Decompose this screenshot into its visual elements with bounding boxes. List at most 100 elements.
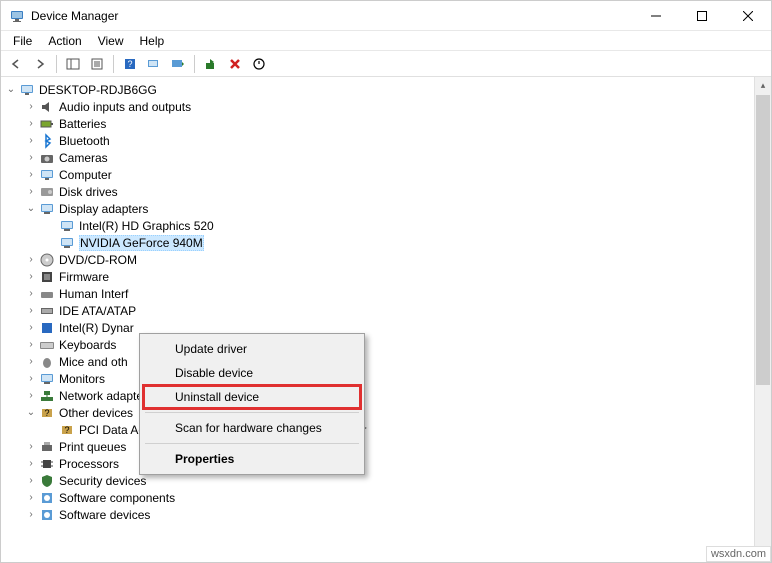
- titlebar: Device Manager: [1, 1, 771, 31]
- expand-icon[interactable]: ›: [25, 101, 37, 113]
- maximize-button[interactable]: [679, 1, 725, 31]
- node-label: Batteries: [59, 117, 106, 131]
- vertical-scrollbar[interactable]: ▴ ▾: [754, 77, 771, 560]
- expand-icon[interactable]: ›: [25, 373, 37, 385]
- category-icon: [39, 320, 55, 336]
- tree-leaf[interactable]: ?PCI Data Acquisition and Signal Process…: [3, 421, 769, 438]
- ctx-scan-hardware[interactable]: Scan for hardware changes: [143, 416, 361, 440]
- expand-icon[interactable]: ›: [25, 492, 37, 504]
- separator: [113, 55, 114, 73]
- expand-icon[interactable]: ›: [25, 271, 37, 283]
- expand-icon[interactable]: ›: [25, 356, 37, 368]
- tree-node[interactable]: ›Processors: [3, 455, 769, 472]
- tree-node[interactable]: ›Monitors: [3, 370, 769, 387]
- enable-device-button[interactable]: [200, 53, 222, 75]
- properties-button[interactable]: [86, 53, 108, 75]
- tree-node[interactable]: ›Disk drives: [3, 183, 769, 200]
- tree-node[interactable]: › IDE ATA/ATAP: [3, 302, 769, 319]
- expand-icon[interactable]: ⌄: [25, 203, 37, 215]
- expand-icon[interactable]: ›: [25, 475, 37, 487]
- expand-icon[interactable]: ›: [25, 254, 37, 266]
- scan-hardware-button[interactable]: [143, 53, 165, 75]
- expand-icon[interactable]: ›: [25, 458, 37, 470]
- expand-icon[interactable]: ›: [25, 305, 37, 317]
- tree-node[interactable]: ›Security devices: [3, 472, 769, 489]
- category-icon: [39, 507, 55, 523]
- scroll-up-button[interactable]: ▴: [755, 77, 771, 94]
- node-label: Audio inputs and outputs: [59, 100, 191, 114]
- tree-node[interactable]: ›Intel(R) Dynar: [3, 319, 769, 336]
- tree-node[interactable]: ›Bluetooth: [3, 132, 769, 149]
- category-icon: [39, 439, 55, 455]
- expand-icon[interactable]: ›: [25, 339, 37, 351]
- tree-node[interactable]: › Software components: [3, 489, 769, 506]
- show-hide-tree-button[interactable]: [62, 53, 84, 75]
- tree-node[interactable]: › Computer: [3, 166, 769, 183]
- expand-icon[interactable]: ›: [25, 509, 37, 521]
- minimize-button[interactable]: [633, 1, 679, 31]
- disable-device-button[interactable]: [248, 53, 270, 75]
- node-label: Print queues: [59, 440, 126, 454]
- tree-node[interactable]: ⌄ Display adapters: [3, 200, 769, 217]
- menu-file[interactable]: File: [5, 32, 40, 50]
- uninstall-button[interactable]: [224, 53, 246, 75]
- menubar: File Action View Help: [1, 31, 771, 51]
- node-label: Other devices: [59, 406, 133, 420]
- menu-action[interactable]: Action: [40, 32, 89, 50]
- category-icon: [39, 388, 55, 404]
- context-menu: Update driver Disable device Uninstall d…: [139, 333, 365, 475]
- tree-node[interactable]: ›DVD/CD-ROM: [3, 251, 769, 268]
- tree-node[interactable]: › Firmware: [3, 268, 769, 285]
- expand-icon[interactable]: ⌄: [25, 407, 37, 419]
- expand-icon[interactable]: ›: [25, 390, 37, 402]
- ctx-disable-device[interactable]: Disable device: [143, 361, 361, 385]
- expand-icon[interactable]: ›: [25, 135, 37, 147]
- tree-leaf[interactable]: Intel(R) HD Graphics 520: [3, 217, 769, 234]
- tree-node[interactable]: › Software devices: [3, 506, 769, 523]
- node-label: Computer: [59, 168, 112, 182]
- tree-node[interactable]: › Audio inputs and outputs: [3, 98, 769, 115]
- expand-icon[interactable]: ›: [25, 152, 37, 164]
- node-label: Firmware: [59, 270, 109, 284]
- update-driver-button[interactable]: [167, 53, 189, 75]
- node-label: Software devices: [59, 508, 150, 522]
- tree-node[interactable]: ›Mice and oth: [3, 353, 769, 370]
- spacer: [45, 424, 57, 436]
- tree-node[interactable]: ›Keyboards: [3, 336, 769, 353]
- category-icon: [39, 269, 55, 285]
- expand-icon[interactable]: ›: [25, 322, 37, 334]
- forward-button[interactable]: [29, 53, 51, 75]
- device-tree[interactable]: ⌄DESKTOP-RDJB6GG › Audio inputs and output…: [1, 77, 771, 560]
- menu-help[interactable]: Help: [132, 32, 173, 50]
- tree-root[interactable]: ⌄DESKTOP-RDJB6GG: [3, 81, 769, 98]
- tree-node[interactable]: ›Network adapters: [3, 387, 769, 404]
- category-icon: [39, 303, 55, 319]
- help-button[interactable]: ?: [119, 53, 141, 75]
- tree-node[interactable]: ⌄?Other devices: [3, 404, 769, 421]
- expand-icon[interactable]: ›: [25, 441, 37, 453]
- computer-icon: [19, 82, 35, 98]
- expand-icon[interactable]: ›: [25, 169, 37, 181]
- close-button[interactable]: [725, 1, 771, 31]
- tree-leaf[interactable]: NVIDIA GeForce 940M: [3, 234, 769, 251]
- tree-node[interactable]: ›Cameras: [3, 149, 769, 166]
- back-button[interactable]: [5, 53, 27, 75]
- leaf-label: NVIDIA GeForce 940M: [79, 235, 204, 251]
- menu-view[interactable]: View: [90, 32, 132, 50]
- ctx-update-driver[interactable]: Update driver: [143, 337, 361, 361]
- expand-icon[interactable]: ›: [25, 186, 37, 198]
- ctx-uninstall-device[interactable]: Uninstall device: [143, 385, 361, 409]
- expand-icon[interactable]: ›: [25, 118, 37, 130]
- tree-node[interactable]: › Batteries: [3, 115, 769, 132]
- node-label: Display adapters: [59, 202, 148, 216]
- expand-icon[interactable]: ›: [25, 288, 37, 300]
- ctx-properties[interactable]: Properties: [143, 447, 361, 471]
- node-label: IDE ATA/ATAP: [59, 304, 136, 318]
- tree-node[interactable]: ›Human Interf: [3, 285, 769, 302]
- tree-node[interactable]: › Print queues: [3, 438, 769, 455]
- collapse-icon[interactable]: ⌄: [5, 84, 17, 96]
- scroll-thumb[interactable]: [756, 95, 770, 385]
- category-icon: [39, 354, 55, 370]
- category-icon: [39, 167, 55, 183]
- node-label: Software components: [59, 491, 175, 505]
